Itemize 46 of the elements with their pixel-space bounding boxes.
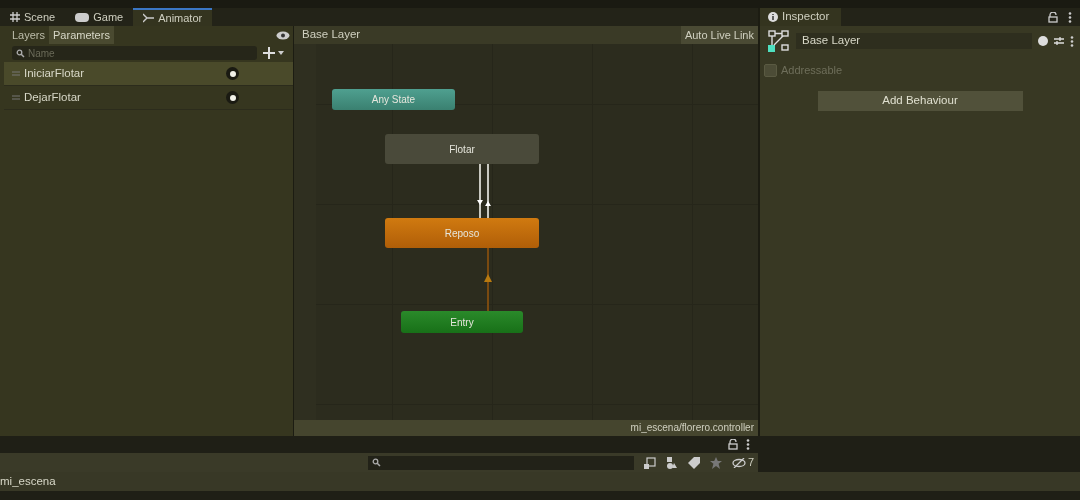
layer-name-field[interactable]: Base Layer bbox=[796, 33, 1032, 49]
hidden-count: 7 bbox=[747, 455, 754, 471]
parameter-row[interactable]: IniciarFlotar bbox=[4, 62, 293, 86]
animator-icon bbox=[143, 13, 155, 23]
state-node[interactable]: Entry bbox=[401, 311, 523, 333]
hidden-eye-icon[interactable] bbox=[731, 457, 746, 468]
more-icon[interactable] bbox=[746, 439, 750, 450]
parameter-row[interactable]: DejarFlotar bbox=[4, 86, 293, 110]
search-icon bbox=[372, 458, 381, 467]
controller-path: mi_escena/florero.controller bbox=[294, 420, 758, 436]
window-link-icon[interactable] bbox=[643, 456, 656, 469]
editor-tab[interactable]: Scene bbox=[0, 8, 66, 26]
scene-item[interactable]: mi_escena bbox=[0, 472, 1080, 491]
trigger-toggle[interactable] bbox=[226, 67, 239, 80]
grid-icon bbox=[10, 12, 20, 22]
panel-tab[interactable]: Layers bbox=[8, 26, 50, 44]
entry-transition-arrow[interactable] bbox=[482, 248, 494, 311]
auto-live-link-button[interactable]: Auto Live Link bbox=[680, 26, 758, 44]
tag-icon[interactable] bbox=[687, 456, 700, 469]
checkbox[interactable] bbox=[764, 63, 777, 77]
trigger-toggle[interactable] bbox=[226, 91, 239, 104]
search-field[interactable] bbox=[368, 455, 634, 470]
gamepad-icon bbox=[75, 12, 90, 22]
star-icon[interactable] bbox=[709, 456, 722, 469]
lock-icon[interactable] bbox=[728, 439, 738, 450]
editor-tab[interactable]: Game bbox=[65, 8, 134, 26]
drag-handle-icon[interactable] bbox=[12, 95, 20, 100]
parameter-name: DejarFlotar bbox=[24, 89, 82, 105]
search-field[interactable]: Name bbox=[12, 46, 257, 60]
shapes-icon[interactable] bbox=[665, 456, 678, 469]
state-machine-icon bbox=[768, 30, 790, 52]
inspector-tab[interactable]: Inspector bbox=[760, 8, 842, 26]
add-behaviour-button[interactable]: Add Behaviour bbox=[817, 90, 1023, 111]
more-icon[interactable] bbox=[1070, 35, 1074, 47]
panel-tab[interactable]: Parameters bbox=[49, 26, 114, 44]
info-icon bbox=[768, 12, 778, 22]
breadcrumb-item[interactable]: Base Layer bbox=[296, 26, 369, 44]
editor-tab[interactable]: Animator bbox=[133, 8, 213, 26]
state-node[interactable]: Flotar bbox=[385, 134, 539, 164]
sliders-icon[interactable] bbox=[1054, 36, 1064, 46]
add-dropdown-icon[interactable] bbox=[263, 47, 285, 59]
eye-icon[interactable] bbox=[276, 30, 290, 40]
parameter-name: IniciarFlotar bbox=[24, 65, 86, 81]
drag-handle-icon[interactable] bbox=[12, 71, 20, 76]
lock-icon[interactable] bbox=[1048, 11, 1058, 23]
more-icon[interactable] bbox=[1068, 11, 1072, 23]
